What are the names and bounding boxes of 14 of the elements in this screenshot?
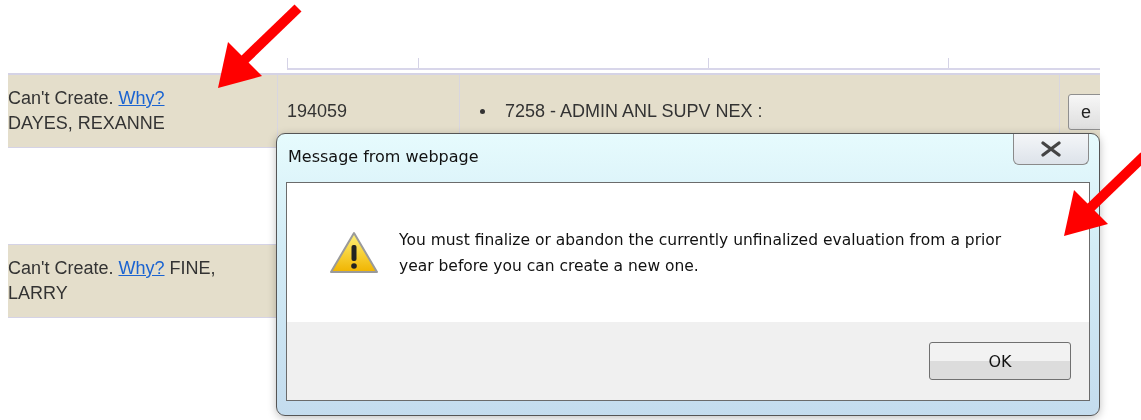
ok-button[interactable]: OK <box>929 342 1071 380</box>
status-text: Can't Create. Why? FINE, LARRY <box>8 257 217 305</box>
action-button[interactable]: e <box>1068 94 1100 130</box>
why-link[interactable]: Why? <box>118 258 165 278</box>
warning-icon <box>329 230 379 275</box>
close-button[interactable] <box>1013 134 1089 165</box>
dialog-message: You must finalize or abandon the currently unfinalized evaluation from a prior year before you can create a new one. <box>399 229 1003 277</box>
status-text: Can't Create. Why? DAYES, REXANNE <box>8 87 165 135</box>
why-link[interactable]: Why? <box>118 88 165 108</box>
close-icon <box>1040 141 1062 157</box>
bullet-icon <box>480 108 485 114</box>
dialog-title: Message from webpage <box>288 147 479 166</box>
employee-id: 194059 <box>287 100 348 122</box>
position-text: 7258 - ADMIN ANL SUPV NEX : <box>505 100 763 122</box>
